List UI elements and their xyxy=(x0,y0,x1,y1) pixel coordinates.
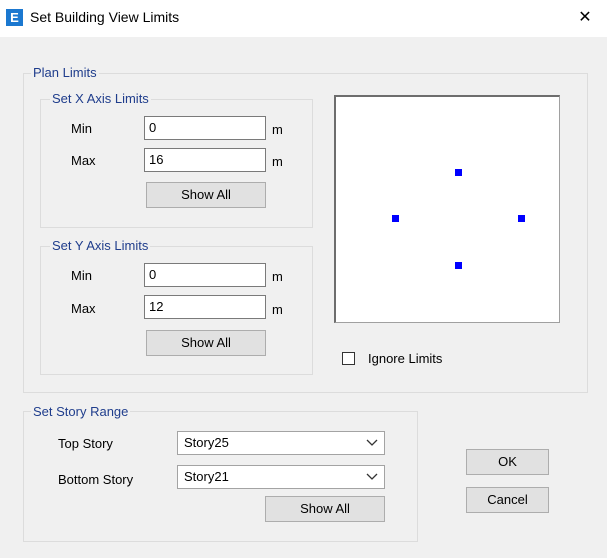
y-min-unit: m xyxy=(272,269,283,284)
bottom-story-label: Bottom Story xyxy=(58,472,134,487)
y-max-label: Max xyxy=(71,301,96,316)
top-story-label: Top Story xyxy=(58,436,113,451)
x-min-label: Min xyxy=(71,121,92,136)
right-marker[interactable] xyxy=(518,215,525,222)
chevron-down-icon xyxy=(366,473,378,480)
plan-limits-legend: Plan Limits xyxy=(31,65,99,80)
top-story-value: Story25 xyxy=(184,435,229,450)
y-min-field[interactable]: 0 xyxy=(144,263,266,287)
bottom-marker[interactable] xyxy=(455,262,462,269)
x-min-field[interactable]: 0 xyxy=(144,116,266,140)
x-axis-limits-legend: Set X Axis Limits xyxy=(50,91,151,106)
ok-button[interactable]: OK xyxy=(466,449,549,475)
cancel-button[interactable]: Cancel xyxy=(466,487,549,513)
x-show-all-button[interactable]: Show All xyxy=(146,182,266,208)
x-max-field[interactable]: 16 xyxy=(144,148,266,172)
chevron-down-icon xyxy=(366,439,378,446)
top-story-select[interactable]: Story25 xyxy=(177,431,385,455)
x-max-label: Max xyxy=(71,153,96,168)
y-max-unit: m xyxy=(272,302,283,317)
plan-preview[interactable] xyxy=(334,95,560,323)
title-bar: E Set Building View Limits ✕ xyxy=(0,0,607,37)
ignore-limits-label[interactable]: Ignore Limits xyxy=(368,351,442,366)
left-marker[interactable] xyxy=(392,215,399,222)
x-min-unit: m xyxy=(272,122,283,137)
y-show-all-button[interactable]: Show All xyxy=(146,330,266,356)
close-icon[interactable]: ✕ xyxy=(570,6,600,30)
bottom-story-select[interactable]: Story21 xyxy=(177,465,385,489)
top-marker[interactable] xyxy=(455,169,462,176)
ignore-limits-checkbox[interactable] xyxy=(342,352,355,365)
y-max-field[interactable]: 12 xyxy=(144,295,266,319)
story-range-legend: Set Story Range xyxy=(31,404,131,419)
x-max-unit: m xyxy=(272,154,283,169)
y-min-label: Min xyxy=(71,268,92,283)
bottom-story-value: Story21 xyxy=(184,469,229,484)
app-icon: E xyxy=(6,9,23,26)
window-title: Set Building View Limits xyxy=(30,9,180,25)
y-axis-limits-legend: Set Y Axis Limits xyxy=(50,238,151,253)
story-show-all-button[interactable]: Show All xyxy=(265,496,385,522)
